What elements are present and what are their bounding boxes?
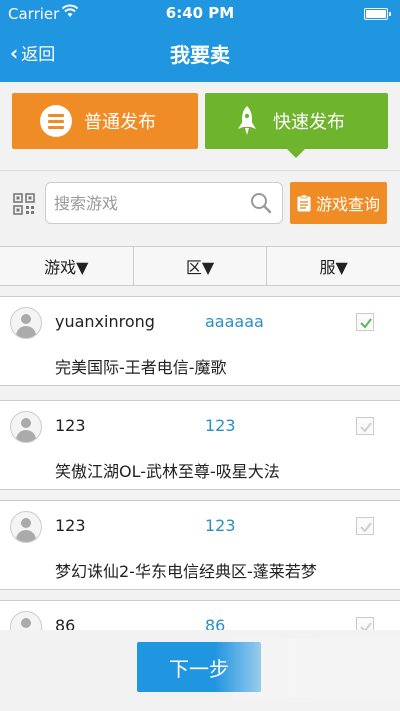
- search-row: 游戏查询: [0, 170, 400, 234]
- search-icon[interactable]: [250, 192, 272, 214]
- qr-code-icon[interactable]: [13, 193, 35, 215]
- list-item[interactable]: 86 86: [0, 600, 400, 630]
- bottom-bar: 下一步: [0, 630, 400, 711]
- item-user: 123: [55, 416, 86, 435]
- item-checkbox[interactable]: [356, 313, 374, 331]
- checkmark-icon: [360, 318, 372, 329]
- filter-zone-dropdown[interactable]: 区▼: [134, 247, 268, 285]
- search-input[interactable]: [54, 191, 244, 215]
- avatar-icon: [10, 411, 42, 443]
- item-user: 123: [55, 516, 86, 535]
- avatar-icon: [10, 511, 42, 543]
- game-query-label: 游戏查询: [315, 195, 380, 214]
- checkmark-icon: [360, 522, 372, 533]
- item-zone: 123: [205, 516, 236, 535]
- status-time: 6:40 PM: [165, 4, 235, 22]
- filter-row: 游戏▼ 区▼ 服▼: [0, 246, 400, 286]
- normal-publish-label: 普通发布: [84, 112, 156, 133]
- menu-icon: [40, 105, 72, 137]
- publish-mode-bar: 普通发布 快速发布: [0, 82, 400, 170]
- search-box: [45, 182, 283, 224]
- item-game: 完美国际-王者电信-魔歌: [55, 358, 227, 377]
- active-tab-pointer: [287, 149, 305, 158]
- item-checkbox[interactable]: [356, 517, 374, 535]
- item-user: 86: [55, 616, 76, 630]
- top-bar: Carrier 6:40 PM ‹ 返回 我要卖: [0, 0, 400, 82]
- avatar-icon: [10, 611, 42, 630]
- list-item[interactable]: yuanxinrong aaaaaa 完美国际-王者电信-魔歌: [0, 296, 400, 386]
- watermark-fade: [215, 638, 400, 698]
- status-bar: Carrier 6:40 PM: [0, 0, 400, 28]
- avatar-icon: [10, 307, 42, 339]
- normal-publish-button[interactable]: 普通发布: [12, 93, 198, 149]
- filter-server-dropdown[interactable]: 服▼: [267, 247, 400, 285]
- item-user: yuanxinrong: [55, 312, 155, 331]
- item-zone: 123: [205, 416, 236, 435]
- account-list: yuanxinrong aaaaaa 完美国际-王者电信-魔歌 123 123 …: [0, 296, 400, 630]
- fast-publish-label: 快速发布: [273, 112, 345, 133]
- item-zone: aaaaaa: [205, 312, 264, 331]
- fast-publish-button[interactable]: 快速发布: [205, 93, 388, 149]
- page-title: 我要卖: [170, 43, 230, 67]
- document-icon: [297, 194, 311, 211]
- item-checkbox[interactable]: [356, 417, 374, 435]
- item-checkbox[interactable]: [356, 617, 374, 630]
- checkmark-icon: [360, 622, 372, 630]
- battery-icon: [364, 8, 391, 20]
- checkmark-icon: [360, 422, 372, 433]
- game-query-button[interactable]: 游戏查询: [290, 182, 387, 224]
- item-game: 梦幻诛仙2-华东电信经典区-蓬莱若梦: [55, 562, 317, 581]
- list-item[interactable]: 123 123 梦幻诛仙2-华东电信经典区-蓬莱若梦: [0, 500, 400, 590]
- list-item[interactable]: 123 123 笑傲江湖OL-武林至尊-吸星大法: [0, 400, 400, 490]
- filter-game-dropdown[interactable]: 游戏▼: [0, 247, 134, 285]
- item-zone: 86: [205, 616, 226, 630]
- item-game: 笑傲江湖OL-武林至尊-吸星大法: [55, 462, 280, 481]
- rocket-icon: [238, 106, 256, 135]
